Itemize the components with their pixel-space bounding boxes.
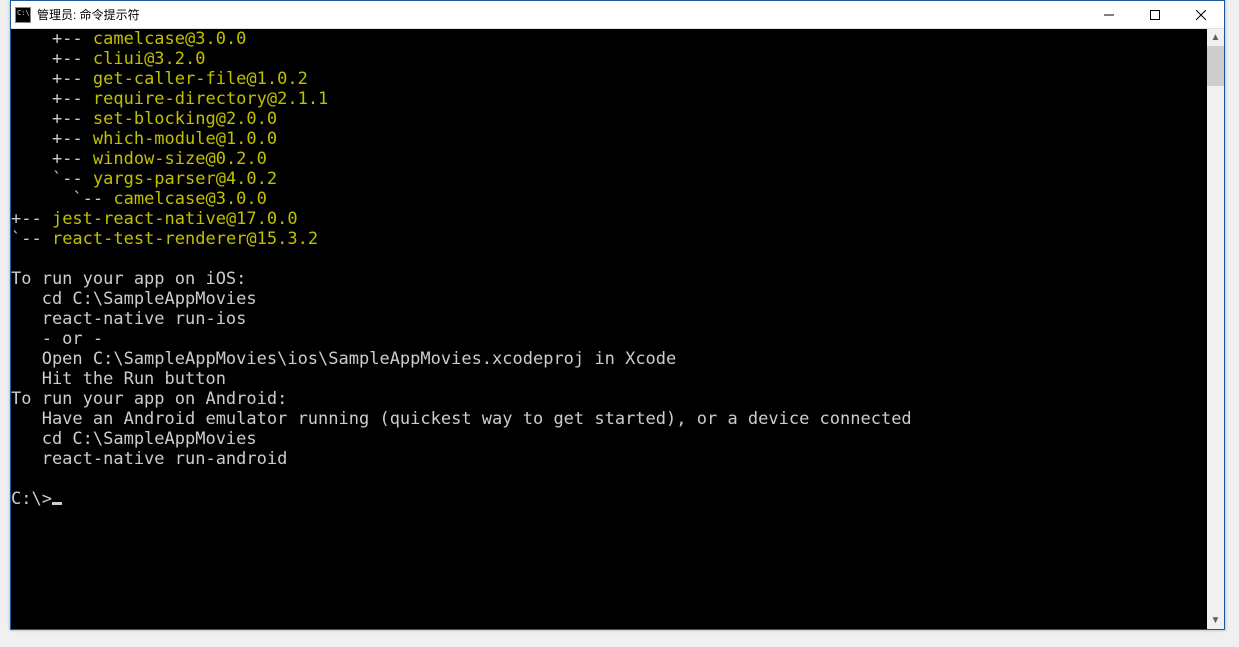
titlebar[interactable]: 管理员: 命令提示符: [11, 1, 1224, 29]
package-name: yargs-parser@4.0.2: [93, 169, 277, 189]
maximize-button[interactable]: [1132, 1, 1178, 28]
instruction-line: react-native run-ios: [11, 309, 1207, 329]
instruction-line: Open C:\SampleAppMovies\ios\SampleAppMov…: [11, 349, 1207, 369]
dependency-line: +-- jest-react-native@17.0.0: [11, 209, 1207, 229]
minimize-button[interactable]: [1086, 1, 1132, 28]
package-name: camelcase@3.0.0: [113, 189, 267, 209]
package-name: require-directory@2.1.1: [93, 89, 328, 109]
minimize-icon: [1104, 10, 1114, 20]
dependency-line: +-- cliui@3.2.0: [11, 49, 1207, 69]
package-name: react-test-renderer@15.3.2: [52, 229, 318, 249]
instruction-line: To run your app on iOS:: [11, 269, 1207, 289]
dependency-line: +-- set-blocking@2.0.0: [11, 109, 1207, 129]
package-name: window-size@0.2.0: [93, 149, 267, 169]
prompt-line[interactable]: C:\>: [11, 489, 1207, 509]
scroll-up-arrow[interactable]: ▲: [1207, 29, 1224, 46]
instruction-line: [11, 249, 1207, 269]
package-name: camelcase@3.0.0: [93, 29, 247, 49]
instruction-line: Have an Android emulator running (quicke…: [11, 409, 1207, 429]
instruction-line: To run your app on Android:: [11, 389, 1207, 409]
dependency-line: +-- camelcase@3.0.0: [11, 29, 1207, 49]
package-name: jest-react-native@17.0.0: [52, 209, 298, 229]
terminal-body: +-- camelcase@3.0.0 +-- cliui@3.2.0 +-- …: [11, 29, 1224, 629]
cmd-icon: [15, 7, 31, 23]
window-title: 管理员: 命令提示符: [37, 6, 1086, 23]
terminal-window: 管理员: 命令提示符 +-- camelcase@3.0.0 +-- cliui…: [10, 0, 1225, 630]
maximize-icon: [1150, 10, 1160, 20]
instruction-line: Hit the Run button: [11, 369, 1207, 389]
cursor: [52, 502, 62, 505]
dependency-line: `-- react-test-renderer@15.3.2: [11, 229, 1207, 249]
window-controls: [1086, 1, 1224, 28]
instruction-line: react-native run-android: [11, 449, 1207, 469]
instruction-line: [11, 469, 1207, 489]
scroll-down-arrow[interactable]: ▼: [1207, 612, 1224, 629]
close-icon: [1196, 10, 1206, 20]
dependency-line: +-- which-module@1.0.0: [11, 129, 1207, 149]
scroll-track[interactable]: [1207, 46, 1224, 612]
dependency-line: +-- window-size@0.2.0: [11, 149, 1207, 169]
vertical-scrollbar[interactable]: ▲ ▼: [1207, 29, 1224, 629]
instruction-line: cd C:\SampleAppMovies: [11, 289, 1207, 309]
package-name: cliui@3.2.0: [93, 49, 206, 69]
dependency-line: +-- require-directory@2.1.1: [11, 89, 1207, 109]
scroll-thumb[interactable]: [1207, 46, 1224, 86]
terminal-output[interactable]: +-- camelcase@3.0.0 +-- cliui@3.2.0 +-- …: [11, 29, 1207, 629]
close-button[interactable]: [1178, 1, 1224, 28]
package-name: set-blocking@2.0.0: [93, 109, 277, 129]
dependency-line: +-- get-caller-file@1.0.2: [11, 69, 1207, 89]
prompt-text: C:\>: [11, 489, 52, 509]
instruction-line: - or -: [11, 329, 1207, 349]
dependency-line: `-- camelcase@3.0.0: [11, 189, 1207, 209]
package-name: get-caller-file@1.0.2: [93, 69, 308, 89]
instruction-line: cd C:\SampleAppMovies: [11, 429, 1207, 449]
package-name: which-module@1.0.0: [93, 129, 277, 149]
dependency-line: `-- yargs-parser@4.0.2: [11, 169, 1207, 189]
